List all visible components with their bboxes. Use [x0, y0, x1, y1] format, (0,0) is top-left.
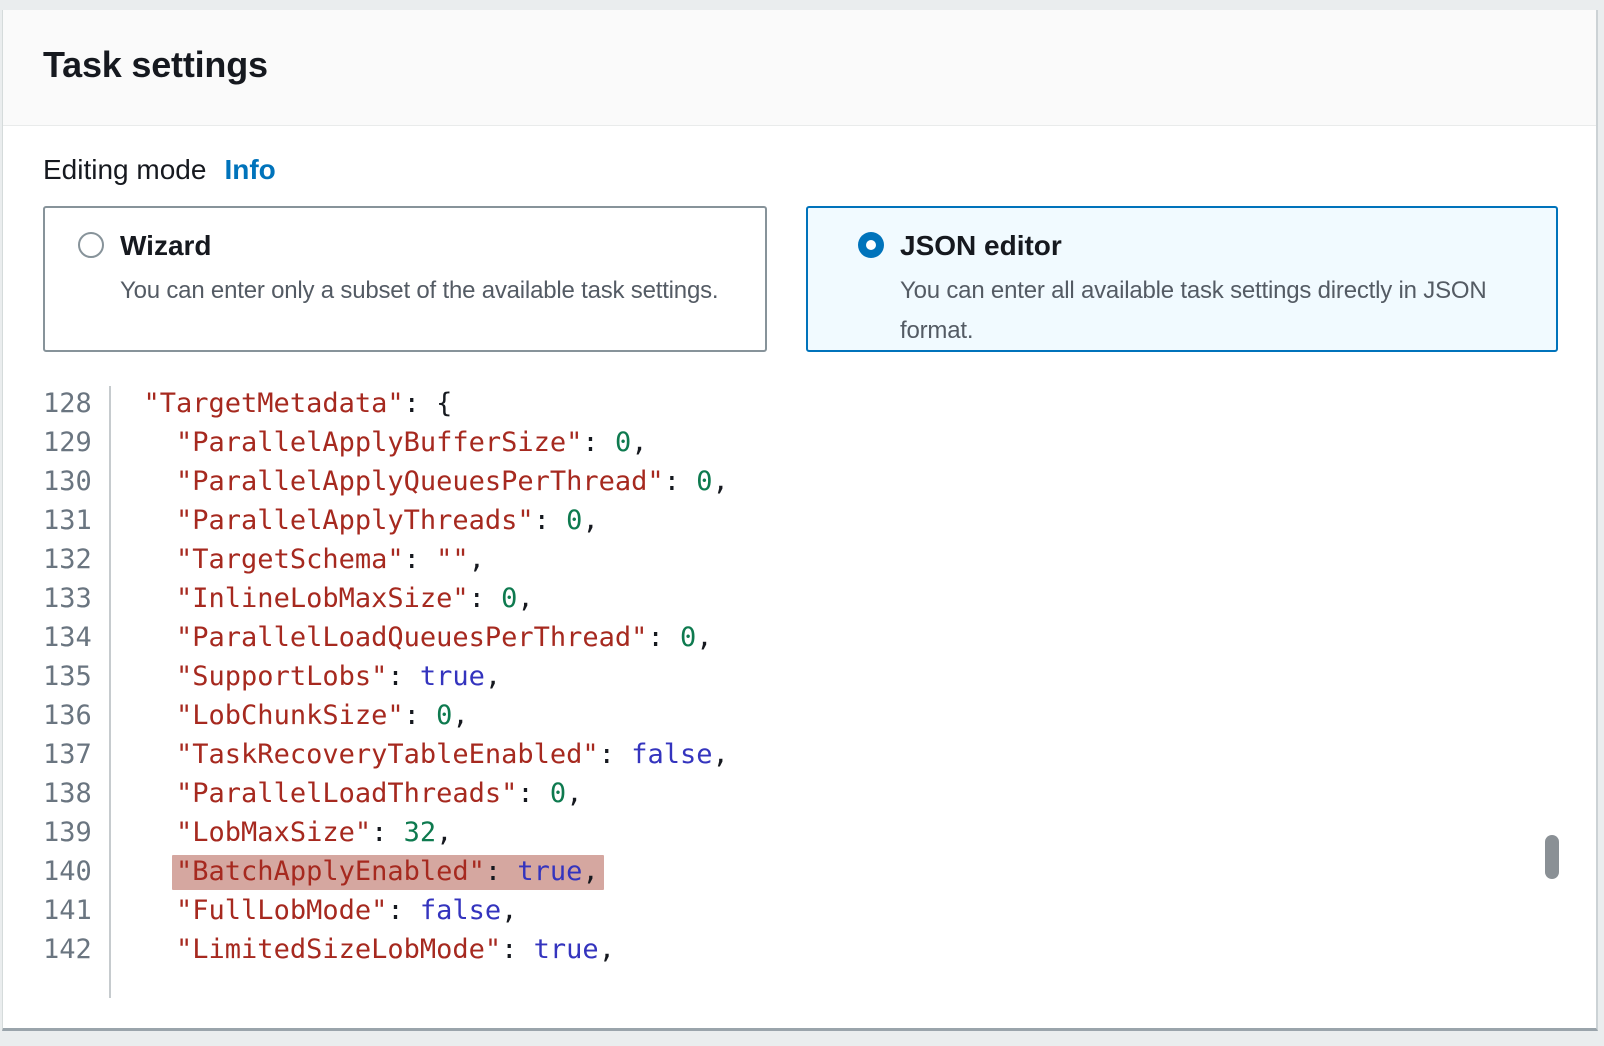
wizard-tile-text: Wizard You can enter only a subset of th…	[120, 230, 718, 311]
line-number: 137	[43, 735, 101, 774]
code-line-134[interactable]: 134 "ParallelLoadQueuesPerThread": 0,	[43, 618, 1596, 657]
code-line-content: "LimitedSizeLobMode": true,	[101, 930, 615, 969]
wizard-description-line: You can enter only a subset of the avail…	[120, 271, 718, 311]
code-line-content: "TargetSchema": "",	[101, 540, 485, 579]
code-line-content: "BatchApplyEnabled": true,	[101, 852, 604, 891]
task-settings-panel: Task settings Editing mode Info Wizard Y…	[2, 10, 1598, 1031]
code-line-139[interactable]: 139 "LobMaxSize": 32,	[43, 813, 1596, 852]
radio-tile-json-editor[interactable]: JSON editor You can enter all available …	[806, 206, 1558, 352]
line-number: 136	[43, 696, 101, 735]
scrollbar-thumb[interactable]	[1545, 835, 1559, 879]
highlighted-token: "BatchApplyEnabled": true,	[172, 855, 604, 890]
line-number: 132	[43, 540, 101, 579]
panel-body: Editing mode Info Wizard You can enter o…	[3, 126, 1596, 1026]
editing-mode-options: Wizard You can enter only a subset of th…	[43, 206, 1596, 352]
code-line-content: "TaskRecoveryTableEnabled": false,	[101, 735, 729, 774]
json-editor-description-line: format.	[900, 311, 1487, 351]
code-line-140[interactable]: 140 "BatchApplyEnabled": true,	[43, 852, 1596, 891]
code-line-133[interactable]: 133 "InlineLobMaxSize": 0,	[43, 579, 1596, 618]
line-number: 133	[43, 579, 101, 618]
json-code-editor[interactable]: 128 "TargetMetadata": {129 "ParallelAppl…	[43, 384, 1596, 969]
json-editor-tile-text: JSON editor You can enter all available …	[900, 230, 1487, 351]
info-link[interactable]: Info	[224, 154, 275, 186]
code-line-content: "InlineLobMaxSize": 0,	[101, 579, 534, 618]
line-number: 140	[43, 852, 101, 891]
code-line-content: "ParallelApplyBufferSize": 0,	[101, 423, 647, 462]
code-line-138[interactable]: 138 "ParallelLoadThreads": 0,	[43, 774, 1596, 813]
code-line-129[interactable]: 129 "ParallelApplyBufferSize": 0,	[43, 423, 1596, 462]
gutter-divider	[109, 386, 111, 998]
code-line-content: "ParallelApplyThreads": 0,	[101, 501, 599, 540]
line-number: 130	[43, 462, 101, 501]
line-number: 129	[43, 423, 101, 462]
code-line-content: "LobMaxSize": 32,	[101, 813, 452, 852]
code-line-128[interactable]: 128 "TargetMetadata": {	[43, 384, 1596, 423]
line-number: 142	[43, 930, 101, 969]
code-line-content: "TargetMetadata": {	[101, 384, 452, 423]
editing-mode-row: Editing mode Info	[43, 154, 1596, 194]
code-line-141[interactable]: 141 "FullLobMode": false,	[43, 891, 1596, 930]
wizard-radio[interactable]	[78, 232, 104, 258]
line-number: 138	[43, 774, 101, 813]
code-line-137[interactable]: 137 "TaskRecoveryTableEnabled": false,	[43, 735, 1596, 774]
line-number: 128	[43, 384, 101, 423]
radio-tile-wizard[interactable]: Wizard You can enter only a subset of th…	[43, 206, 767, 352]
json-editor-description: You can enter all available task setting…	[900, 271, 1487, 351]
code-line-content: "LobChunkSize": 0,	[101, 696, 469, 735]
code-line-136[interactable]: 136 "LobChunkSize": 0,	[43, 696, 1596, 735]
code-line-135[interactable]: 135 "SupportLobs": true,	[43, 657, 1596, 696]
line-number: 131	[43, 501, 101, 540]
code-line-142[interactable]: 142 "LimitedSizeLobMode": true,	[43, 930, 1596, 969]
wizard-label: Wizard	[120, 230, 718, 262]
code-line-content: "ParallelApplyQueuesPerThread": 0,	[101, 462, 729, 501]
panel-header: Task settings	[3, 10, 1596, 126]
code-line-131[interactable]: 131 "ParallelApplyThreads": 0,	[43, 501, 1596, 540]
page-title: Task settings	[43, 44, 1596, 86]
json-editor-radio[interactable]	[858, 232, 884, 258]
code-line-content: "SupportLobs": true,	[101, 657, 501, 696]
line-number: 134	[43, 618, 101, 657]
line-number: 141	[43, 891, 101, 930]
line-number: 139	[43, 813, 101, 852]
code-line-132[interactable]: 132 "TargetSchema": "",	[43, 540, 1596, 579]
code-line-content: "ParallelLoadThreads": 0,	[101, 774, 582, 813]
wizard-description: You can enter only a subset of the avail…	[120, 271, 718, 311]
editing-mode-label: Editing mode	[43, 154, 206, 186]
code-line-130[interactable]: 130 "ParallelApplyQueuesPerThread": 0,	[43, 462, 1596, 501]
line-number: 135	[43, 657, 101, 696]
json-editor-label: JSON editor	[900, 230, 1487, 262]
json-editor-description-line: You can enter all available task setting…	[900, 271, 1487, 311]
code-line-content: "ParallelLoadQueuesPerThread": 0,	[101, 618, 712, 657]
code-line-content: "FullLobMode": false,	[101, 891, 517, 930]
